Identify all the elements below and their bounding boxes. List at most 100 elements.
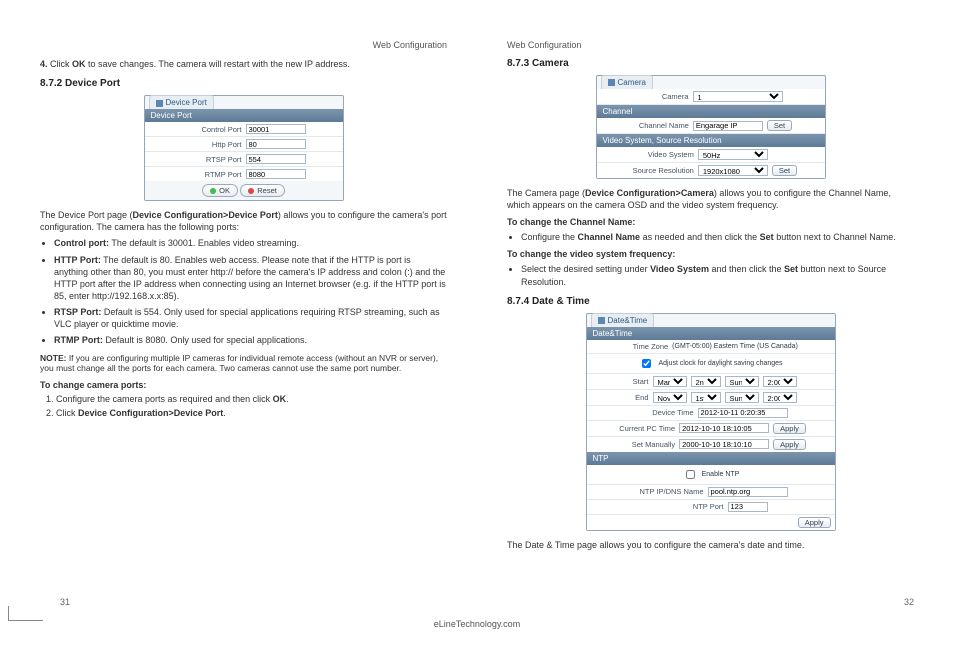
source-res-label: Source Resolution (624, 166, 694, 175)
reset-button-label: Reset (257, 186, 277, 195)
camera-paragraph: The Camera page (Device Configuration>Ca… (507, 187, 914, 211)
header-left: Web Configuration (40, 40, 447, 50)
bullet-rtsp-text: Default is 554. Only used for special ap… (54, 307, 440, 329)
channel-set-button[interactable]: Set (767, 120, 792, 131)
video-system-select[interactable]: 50Hz (698, 149, 768, 160)
crop-mark (8, 606, 43, 621)
step-4-ok: OK (72, 59, 86, 69)
reset-button[interactable]: Reset (240, 184, 285, 197)
camera-tab: Camera (601, 75, 653, 89)
set-manual-input[interactable] (679, 439, 769, 449)
step1-a: Configure the camera ports as required a… (56, 394, 273, 404)
camera-panel: Camera Camera 1 Channel Channel Name Set… (596, 75, 826, 179)
start-time-select[interactable]: 2:00 (763, 376, 797, 387)
device-port-bar: Device Port (145, 109, 343, 122)
cb-bold1: Channel Name (578, 232, 641, 242)
row-end: End Nov. 1st Sun. 2:00 (587, 390, 835, 406)
video-bar: Video System, Source Resolution (597, 134, 825, 147)
end-day-select[interactable]: Sun. (725, 392, 759, 403)
freq-bullet: Select the desired setting under Video S… (521, 263, 914, 287)
ntp-ip-input[interactable] (708, 487, 788, 497)
fb-bold2: Set (784, 264, 798, 274)
control-port-label: Control Port (182, 125, 242, 134)
ntp-apply-button[interactable]: Apply (798, 517, 831, 528)
set-manual-label: Set Manually (615, 440, 675, 449)
end-time-select[interactable]: 2:00 (763, 392, 797, 403)
fb-a: Select the desired setting under (521, 264, 650, 274)
step2-a: Click (56, 408, 78, 418)
ok-button[interactable]: OK (202, 184, 238, 197)
step2-bold: Device Configuration>Device Port (78, 408, 223, 418)
source-res-select[interactable]: 1920x1080 (698, 165, 768, 176)
start-day-select[interactable]: Sun. (725, 376, 759, 387)
camera-body: Camera 1 Channel Channel Name Set Video … (597, 89, 825, 178)
row-ntp-port: NTP Port (587, 500, 835, 515)
ntp-bar: NTP (587, 452, 835, 465)
start-ord-select[interactable]: 2nd (691, 376, 721, 387)
bullet-rtmp-text: Default is 8080. Only used for special a… (103, 335, 307, 345)
channel-bar: Channel (597, 105, 825, 118)
row-ntp-apply: Apply (587, 515, 835, 530)
port-bullets: Control port: The default is 30001. Enab… (54, 237, 447, 346)
cb-c: button next to Channel Name. (774, 232, 896, 242)
page-number-right: 32 (904, 597, 914, 607)
row-set-manually: Set Manually Apply (587, 437, 835, 452)
row-dst: Adjust clock for daylight saving changes (587, 354, 835, 374)
channel-name-label: Channel Name (629, 121, 689, 130)
control-port-input[interactable] (246, 124, 306, 134)
fb-bold1: Video System (650, 264, 709, 274)
row-enable-ntp: Enable NTP (587, 465, 835, 485)
bullet-http: HTTP Port: The default is 80. Enables we… (54, 254, 447, 303)
freq-bullet-item: Select the desired setting under Video S… (521, 263, 914, 287)
pc-apply-button[interactable]: Apply (773, 423, 806, 434)
end-label: End (625, 393, 649, 402)
to-change-freq-heading: To change the video system frequency: (507, 249, 914, 259)
datetime-panel: Date&Time Date&Time Time Zone (GMT-05:00… (586, 313, 836, 531)
datetime-tab-label: Date&Time (608, 316, 648, 325)
row-device-time: Device Time (587, 406, 835, 421)
dst-label: Adjust clock for daylight saving changes (658, 360, 782, 367)
bullet-http-text: The default is 80. Enables web access. P… (54, 255, 446, 301)
http-port-input[interactable] (246, 139, 306, 149)
channel-bullet: Configure the Channel Name as needed and… (521, 231, 914, 243)
row-ntp-ip: NTP IP/DNS Name (587, 485, 835, 500)
channel-bullet-item: Configure the Channel Name as needed and… (521, 231, 914, 243)
datetime-figure: Date&Time Date&Time Time Zone (GMT-05:00… (586, 313, 836, 531)
camera-para-bold: Device Configuration>Camera (585, 188, 714, 198)
note-bold: NOTE: (40, 353, 66, 363)
row-channel-name: Channel Name Set (597, 118, 825, 134)
step-4-text-a: Click (50, 59, 72, 69)
rtmp-port-input[interactable] (246, 169, 306, 179)
pc-time-input[interactable] (679, 423, 769, 433)
ntp-port-input[interactable] (728, 502, 768, 512)
device-time-input[interactable] (698, 408, 788, 418)
video-system-label: Video System (624, 150, 694, 159)
rtmp-port-label: RTMP Port (182, 170, 242, 179)
step-4-num: 4. (40, 59, 48, 69)
datetime-paragraph: The Date & Time page allows you to confi… (507, 539, 914, 551)
section-873-title: 8.7.3 Camera (507, 58, 914, 69)
start-month-select[interactable]: Mar (653, 376, 687, 387)
end-ord-select[interactable]: 1st (691, 392, 721, 403)
camera-tab-label: Camera (618, 78, 646, 87)
camera-select[interactable]: 1 (693, 91, 783, 102)
page-right: Web Configuration 8.7.3 Camera Camera Ca… (507, 40, 914, 555)
rtsp-port-input[interactable] (246, 154, 306, 164)
header-right: Web Configuration (507, 40, 914, 50)
end-month-select[interactable]: Nov. (653, 392, 687, 403)
bullet-rtsp-bold: RTSP Port: (54, 307, 101, 317)
row-timezone: Time Zone (GMT-05:00) Eastern Time (US C… (587, 340, 835, 354)
dp-para-bold: Device Configuration>Device Port (133, 210, 278, 220)
timezone-label: Time Zone (623, 342, 668, 351)
http-port-label: Http Port (182, 140, 242, 149)
channel-name-input[interactable] (693, 121, 763, 131)
ok-button-label: OK (219, 186, 230, 195)
bullet-http-bold: HTTP Port: (54, 255, 101, 265)
enable-ntp-label: Enable NTP (702, 471, 740, 478)
source-set-button[interactable]: Set (772, 165, 797, 176)
set-apply-button[interactable]: Apply (773, 439, 806, 450)
enable-ntp-checkbox[interactable] (686, 470, 695, 479)
row-source-res: Source Resolution 1920x1080 Set (597, 163, 825, 178)
device-port-paragraph: The Device Port page (Device Configurati… (40, 209, 447, 233)
dst-checkbox[interactable] (642, 359, 651, 368)
